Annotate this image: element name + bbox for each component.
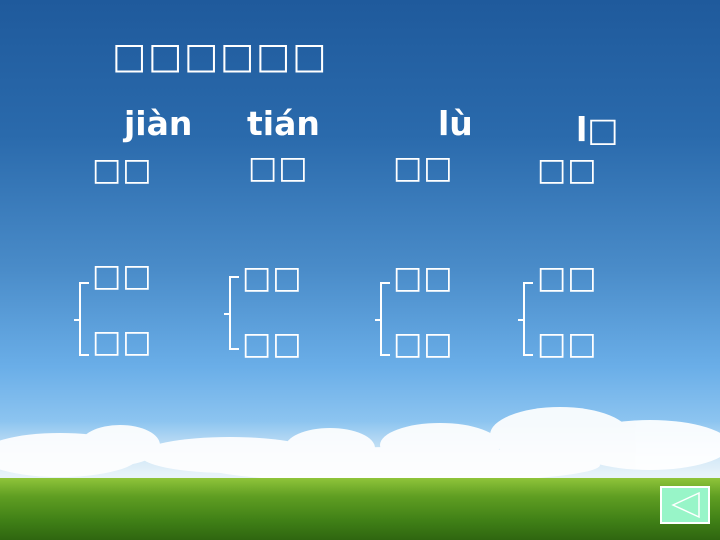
brace-4	[518, 282, 533, 356]
brace-3	[375, 282, 390, 356]
triangle-left-icon	[671, 491, 700, 519]
upper-word-3: □□	[393, 260, 454, 296]
word-4: □□	[537, 152, 598, 188]
lower-word-1: □□	[92, 324, 153, 360]
slide-title: □□□□□□	[112, 36, 329, 77]
pinyin-2: tián	[247, 104, 320, 143]
word-2: □□	[248, 150, 309, 186]
upper-word-4: □□	[537, 260, 598, 296]
word-3: □□	[393, 150, 454, 186]
pinyin-3: lù	[438, 104, 473, 143]
back-button[interactable]	[660, 486, 710, 524]
word-1: □□	[92, 152, 153, 188]
brace-1	[74, 282, 89, 356]
upper-word-1: □□	[92, 258, 153, 294]
lower-word-3: □□	[393, 326, 454, 362]
pinyin-1: jiàn	[124, 104, 193, 143]
lower-word-4: □□	[537, 326, 598, 362]
brace-2	[224, 276, 239, 350]
upper-word-2: □□	[242, 260, 303, 296]
pinyin-4: l□	[576, 110, 619, 149]
grass-field	[0, 478, 720, 540]
lower-word-2: □□	[242, 326, 303, 362]
